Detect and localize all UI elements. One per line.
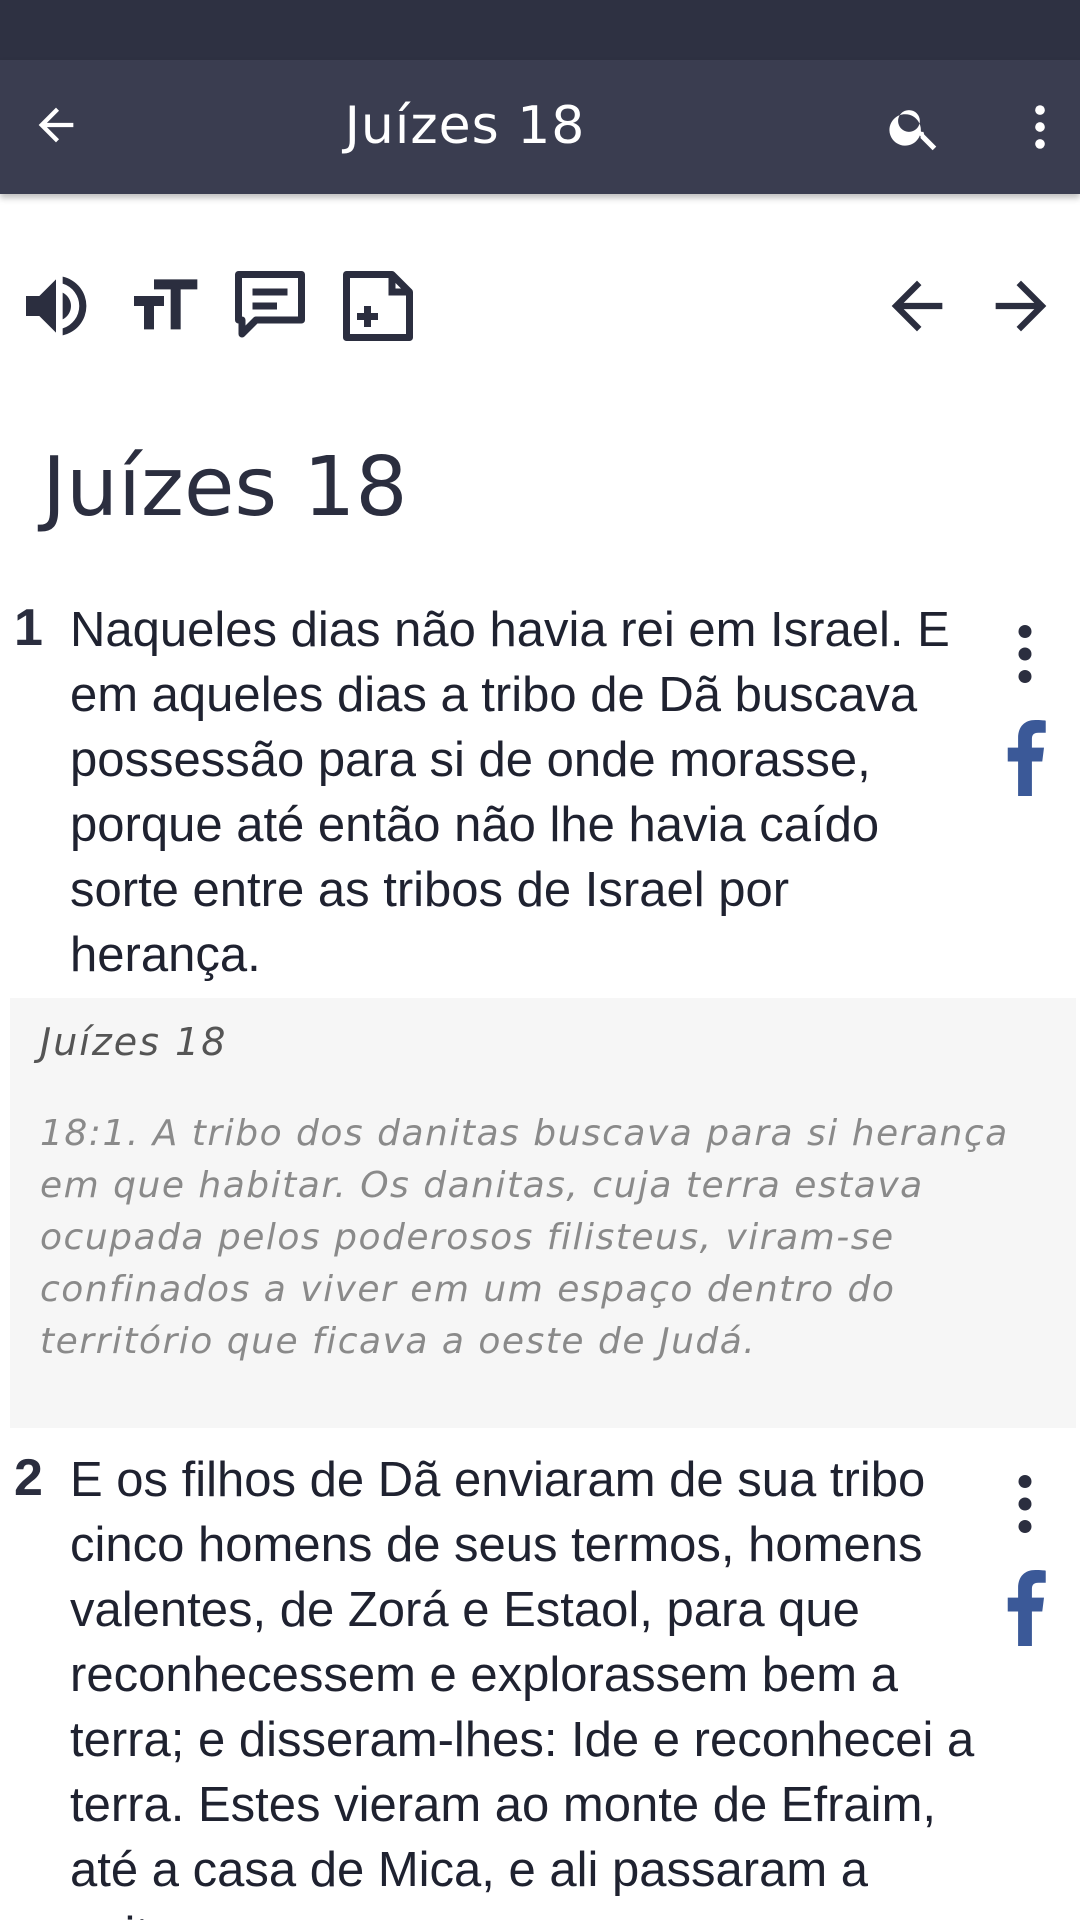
add-note-button[interactable] xyxy=(330,256,426,356)
more-options-button[interactable] xyxy=(1000,92,1080,162)
search-button[interactable] xyxy=(870,92,960,162)
add-note-icon xyxy=(343,271,413,341)
text-size-icon xyxy=(134,279,198,330)
verse-2[interactable]: 2 E os filhos de Dã enviaram de sua trib… xyxy=(0,1448,1080,1920)
more-vert-icon xyxy=(1035,105,1045,149)
facebook-icon xyxy=(1007,1570,1046,1646)
app-bar: Juízes 18 xyxy=(0,60,1080,194)
more-vert-icon xyxy=(1018,625,1032,683)
status-bar xyxy=(0,0,1080,60)
verse-text[interactable]: Naqueles dias não havia rei em Israel. E… xyxy=(70,598,990,988)
next-chapter-button[interactable] xyxy=(976,256,1066,356)
text-size-button[interactable] xyxy=(116,256,212,356)
audio-button[interactable] xyxy=(8,256,104,356)
verse-text[interactable]: E os filhos de Dã enviaram de sua tribo … xyxy=(70,1448,990,1920)
next-chapter-icon xyxy=(995,280,1047,332)
verse-menu-button[interactable] xyxy=(990,614,1060,694)
comment-icon xyxy=(235,271,305,338)
facebook-icon xyxy=(1007,720,1046,796)
speaker-icon xyxy=(26,276,87,336)
verse-menu-button[interactable] xyxy=(990,1464,1060,1544)
commentary-text: 18:1. A tribo dos danitas buscava para s… xyxy=(40,1113,1009,1362)
search-icon xyxy=(889,110,937,151)
comment-button[interactable] xyxy=(222,256,318,356)
chapter-title: Juízes 18 xyxy=(42,440,408,535)
commentary-box: Juízes 18 18:1. A tribo dos danitas busc… xyxy=(10,998,1076,1428)
chapter-toolbar xyxy=(0,256,1080,356)
commentary-title: Juízes 18 xyxy=(40,1020,228,1064)
verse-number: 1 xyxy=(14,599,43,657)
facebook-share-button[interactable] xyxy=(990,718,1060,798)
facebook-share-button[interactable] xyxy=(990,1568,1060,1648)
more-vert-icon xyxy=(1018,1475,1032,1533)
prev-chapter-icon xyxy=(891,280,943,332)
verse-number: 2 xyxy=(14,1449,43,1507)
previous-chapter-button[interactable] xyxy=(872,256,962,356)
verse-1[interactable]: 1 Naqueles dias não havia rei em Israel.… xyxy=(0,598,1080,982)
